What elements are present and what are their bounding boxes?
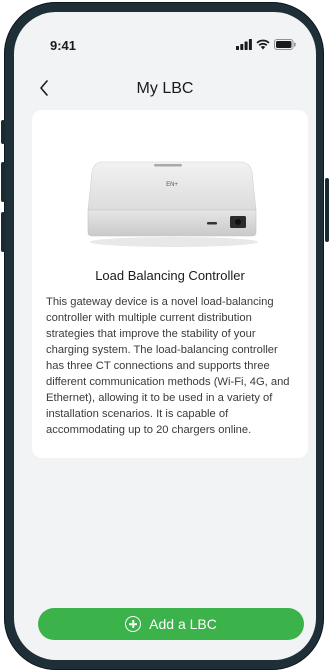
device-description: This gateway device is a novel load-bala…: [46, 296, 290, 436]
page-title: My LBC: [136, 80, 194, 97]
plus-circle-icon: [125, 616, 142, 632]
volume-up-button: [1, 162, 5, 202]
status-time: 9:41: [50, 38, 77, 53]
nav-bar: My LBC: [14, 68, 316, 108]
add-lbc-button[interactable]: Add a LBC: [38, 608, 304, 640]
device-title: Load Balancing Controller: [95, 268, 245, 283]
status-icons: [236, 39, 296, 50]
app-screen: 9:41 My LBC EN+ Load Balancing Controlle…: [14, 12, 316, 660]
signal-icon: [236, 39, 252, 50]
volume-down-button: [1, 212, 5, 252]
device-logo: EN+: [166, 182, 178, 188]
device-info-card: EN+ Load Balancing Controller This gatew…: [32, 110, 308, 458]
add-lbc-label: Add a LBC: [149, 616, 217, 632]
wifi-icon: [256, 39, 270, 50]
battery-icon: [274, 39, 296, 50]
power-button: [325, 178, 329, 242]
silent-switch: [1, 120, 5, 144]
gateway-device-image: EN+: [82, 152, 262, 248]
status-bar: 9:41: [14, 12, 316, 56]
